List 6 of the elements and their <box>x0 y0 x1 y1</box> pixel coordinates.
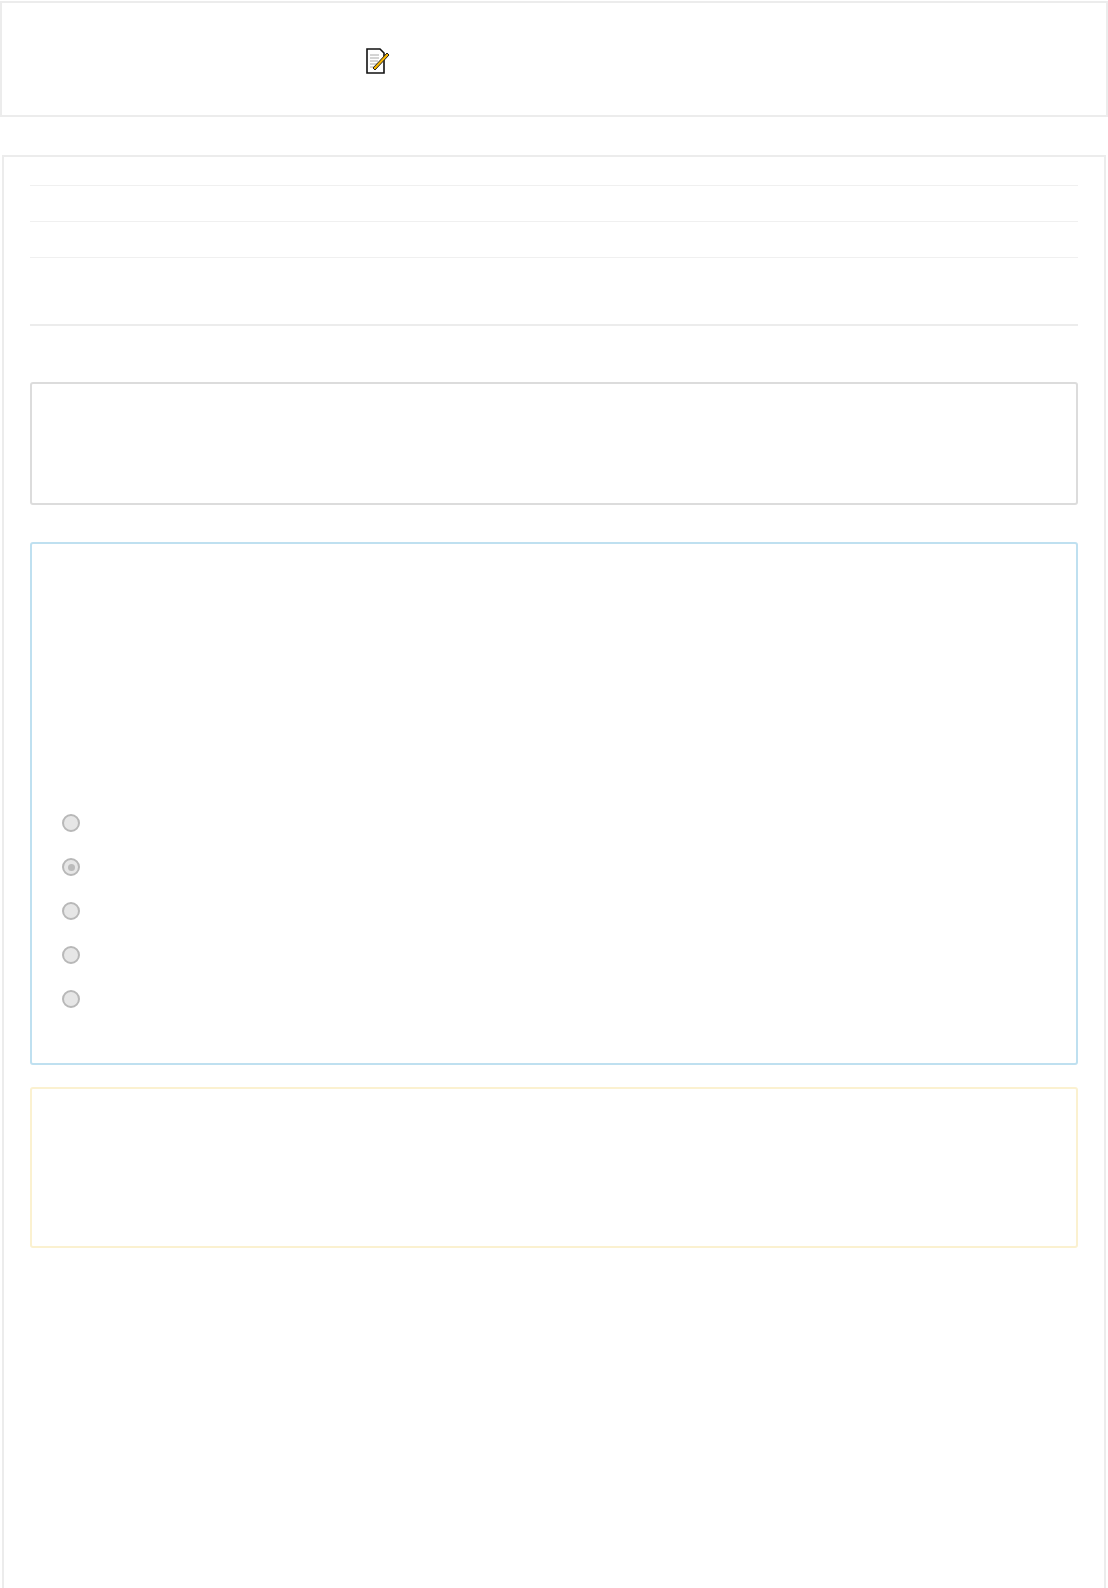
radio-button[interactable] <box>62 990 80 1008</box>
radio-button[interactable] <box>62 902 80 920</box>
radio-button[interactable] <box>62 946 80 964</box>
radio-button[interactable] <box>62 858 80 876</box>
radio-button[interactable] <box>62 814 80 832</box>
notepad-pencil-icon <box>365 48 391 74</box>
